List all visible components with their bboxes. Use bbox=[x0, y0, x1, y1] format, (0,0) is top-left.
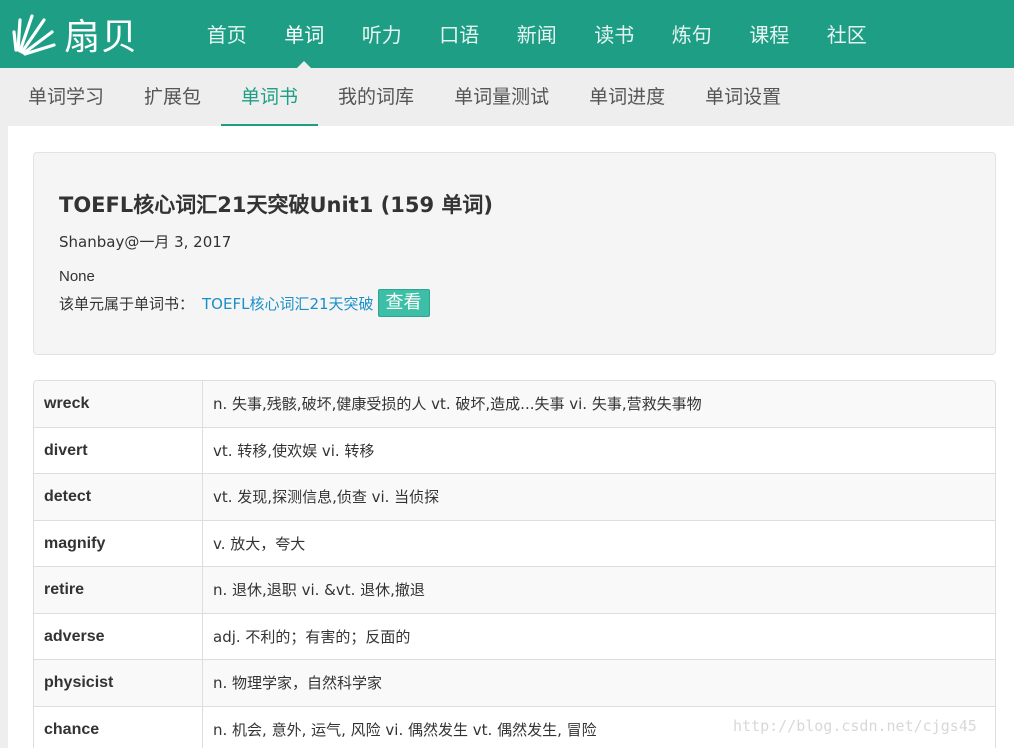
word-cell: magnify bbox=[34, 520, 203, 566]
main-nav-item[interactable]: 读书 bbox=[576, 0, 654, 68]
main-nav-item[interactable]: 课程 bbox=[731, 0, 809, 68]
definition-cell: vt. 转移,使欢娱 vi. 转移 bbox=[213, 441, 375, 460]
shell-fan-icon bbox=[12, 14, 56, 56]
main-nav-item[interactable]: 新闻 bbox=[498, 0, 576, 68]
main-nav-item[interactable]: 社区 bbox=[808, 0, 886, 68]
watermark: http://blog.csdn.net/cjgs45 bbox=[733, 717, 977, 735]
sub-nav-item[interactable]: 扩展包 bbox=[124, 68, 221, 126]
main-nav-item[interactable]: 口语 bbox=[421, 0, 499, 68]
sub-nav-item[interactable]: 单词学习 bbox=[8, 68, 124, 126]
table-row: magnify v. 放大，夸大 bbox=[34, 520, 995, 567]
unit-belongs-row: 该单元属于单词书： TOEFL核心词汇21天突破 查看 bbox=[59, 289, 430, 317]
table-row: divert vt. 转移,使欢娱 vi. 转移 bbox=[34, 427, 995, 474]
main-nav-item[interactable]: 炼句 bbox=[653, 0, 731, 68]
sub-nav-item[interactable]: 单词设置 bbox=[685, 68, 801, 126]
definition-cell: v. 放大，夸大 bbox=[213, 534, 306, 553]
sub-nav: 单词学习 扩展包 单词书 我的词库 单词量测试 单词进度 单词设置 bbox=[8, 68, 801, 126]
main-nav-item[interactable]: 听力 bbox=[343, 0, 421, 68]
belongs-label: 该单元属于单词书： bbox=[59, 294, 195, 313]
main-nav: 首页 单词 听力 口语 新闻 读书 炼句 课程 社区 bbox=[188, 0, 886, 68]
table-row: adverse adj. 不利的；有害的；反面的 bbox=[34, 613, 995, 660]
word-cell: divert bbox=[34, 427, 203, 473]
table-row: detect vt. 发现,探测信息,侦查 vi. 当侦探 bbox=[34, 474, 995, 521]
sub-nav-item[interactable]: 单词进度 bbox=[569, 68, 685, 126]
definition-cell: adj. 不利的；有害的；反面的 bbox=[213, 627, 411, 646]
word-cell: retire bbox=[34, 567, 203, 613]
table-row: wreck n. 失事,残骸,破坏,健康受损的人 vt. 破坏,造成...失事 v… bbox=[34, 381, 995, 428]
definition-cell: n. 退休,退职 vi. &vt. 退休,撤退 bbox=[213, 581, 425, 599]
unit-title: TOEFL核心词汇21天突破Unit1 (159 单词) bbox=[59, 193, 493, 217]
sub-nav-item[interactable]: 单词量测试 bbox=[434, 68, 569, 126]
top-navigation-bar: 扇贝 首页 单词 听力 口语 新闻 读书 炼句 课程 社区 bbox=[0, 0, 1014, 68]
word-cell: physicist bbox=[34, 660, 203, 706]
word-cell: detect bbox=[34, 474, 203, 520]
table-row: physicist n. 物理学家，自然科学家 bbox=[34, 660, 995, 707]
unit-meta: Shanbay@一月 3, 2017 bbox=[59, 233, 232, 251]
brand-name: 扇贝 bbox=[64, 17, 139, 58]
main-nav-item[interactable]: 首页 bbox=[188, 0, 266, 68]
sub-navigation-bar: 单词学习 扩展包 单词书 我的词库 单词量测试 单词进度 单词设置 bbox=[0, 68, 1014, 126]
left-gutter bbox=[0, 126, 8, 748]
unit-description: None bbox=[59, 268, 95, 285]
definition-cell: vt. 发现,探测信息,侦查 vi. 当侦探 bbox=[213, 488, 440, 506]
unit-info-panel: TOEFL核心词汇21天突破Unit1 (159 单词) Shanbay@一月 … bbox=[33, 152, 996, 355]
sub-nav-item[interactable]: 单词书 bbox=[221, 68, 319, 126]
table-row: retire n. 退休,退职 vi. &vt. 退休,撤退 bbox=[34, 567, 995, 614]
view-button[interactable]: 查看 bbox=[377, 289, 430, 317]
definition-cell: n. 失事,残骸,破坏,健康受损的人 vt. 破坏,造成...失事 vi. 失事… bbox=[213, 395, 702, 413]
word-list-table: wreck n. 失事,残骸,破坏,健康受损的人 vt. 破坏,造成...失事 v… bbox=[33, 380, 996, 748]
wordbook-link[interactable]: TOEFL核心词汇21天突破 bbox=[202, 293, 374, 314]
brand-logo[interactable]: 扇贝 bbox=[10, 8, 140, 60]
definition-cell: n. 物理学家，自然科学家 bbox=[213, 674, 383, 692]
word-cell: adverse bbox=[34, 613, 203, 659]
main-nav-item[interactable]: 单词 bbox=[266, 0, 344, 68]
sub-nav-item[interactable]: 我的词库 bbox=[318, 68, 434, 126]
word-cell: wreck bbox=[34, 381, 203, 427]
word-cell: chance bbox=[34, 706, 203, 748]
